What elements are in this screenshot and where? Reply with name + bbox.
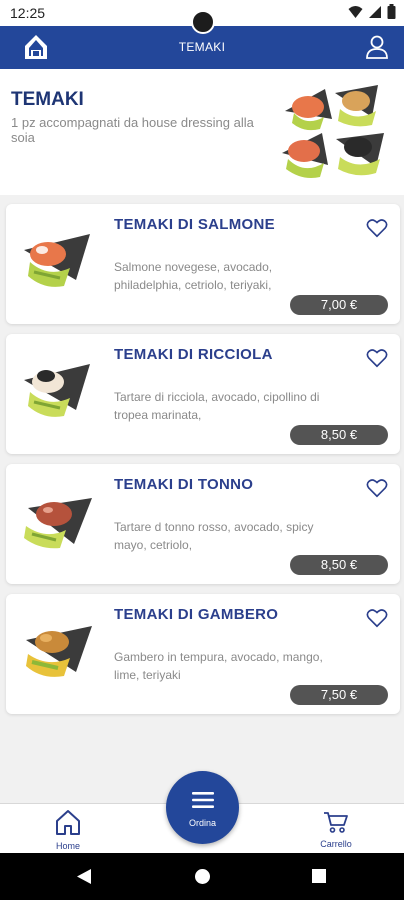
- cart-icon: [324, 812, 348, 833]
- product-description: Tartare d tonno rosso, avocado, spicy ma…: [114, 520, 314, 552]
- signal-icon: [369, 5, 381, 18]
- product-name: TEMAKI DI TONNO: [114, 476, 254, 493]
- camera-cutout: [191, 10, 215, 34]
- temaki-platter-image: [282, 85, 384, 178]
- page-title: TEMAKI: [178, 40, 226, 54]
- wifi-icon: [348, 5, 363, 18]
- order-button[interactable]: Ordina: [166, 771, 239, 844]
- category-description: 1 pz accompagnati da house dressing alla…: [11, 115, 254, 145]
- product-card[interactable]: TEMAKI DI TONNO Tartare d tonno rosso, a…: [6, 464, 400, 584]
- nav-home-button[interactable]: Home: [48, 808, 88, 852]
- product-description: Salmone novegese, avocado, philadelphia,…: [114, 260, 273, 292]
- nav-cart-label: Carrello: [320, 839, 352, 849]
- nav-home-label: Home: [55, 841, 80, 851]
- product-description: Tartare di ricciola, avocado, cipollino …: [114, 390, 320, 422]
- temaki-gambero-image: [26, 626, 92, 677]
- home-circle-icon[interactable]: [194, 868, 211, 885]
- product-card[interactable]: TEMAKI DI GAMBERO Gambero in tempura, av…: [6, 594, 400, 714]
- price-badge: 7,00 €: [290, 295, 388, 315]
- heart-icon[interactable]: [366, 477, 388, 499]
- heart-icon[interactable]: [366, 607, 388, 629]
- price-badge: 8,50 €: [290, 425, 388, 445]
- product-card[interactable]: TEMAKI DI RICCIOLA Tartare di ricciola, …: [6, 334, 400, 454]
- system-nav-bar: [0, 853, 404, 900]
- product-name: TEMAKI DI SALMONE: [114, 216, 275, 233]
- heart-icon[interactable]: [366, 347, 388, 369]
- category-title: TEMAKI: [11, 89, 84, 110]
- heart-icon[interactable]: [366, 217, 388, 239]
- temaki-ricciola-image: [24, 364, 90, 417]
- back-icon[interactable]: [76, 868, 92, 885]
- temaki-tonno-image: [24, 498, 92, 549]
- status-icons: [348, 4, 396, 19]
- recents-icon[interactable]: [311, 868, 327, 884]
- product-description: Gambero in tempura, avocado, mango, lime…: [114, 650, 323, 682]
- order-label: Ordina: [188, 818, 216, 828]
- home-icon: [56, 810, 80, 835]
- temaki-salmone-image: [24, 234, 90, 287]
- product-card[interactable]: TEMAKI DI SALMONE Salmone novegese, avoc…: [6, 204, 400, 324]
- menu-icon: [191, 792, 214, 808]
- battery-icon: [387, 4, 396, 19]
- user-icon[interactable]: [364, 34, 390, 60]
- product-name: TEMAKI DI RICCIOLA: [114, 346, 273, 363]
- category-header: TEMAKI 1 pz accompagnati da house dressi…: [0, 69, 404, 195]
- price-badge: 7,50 €: [290, 685, 388, 705]
- product-name: TEMAKI DI GAMBERO: [114, 606, 279, 623]
- status-time: 12:25: [10, 5, 46, 21]
- price-badge: 8,50 €: [290, 555, 388, 575]
- nav-cart-button[interactable]: Carrello: [314, 810, 358, 854]
